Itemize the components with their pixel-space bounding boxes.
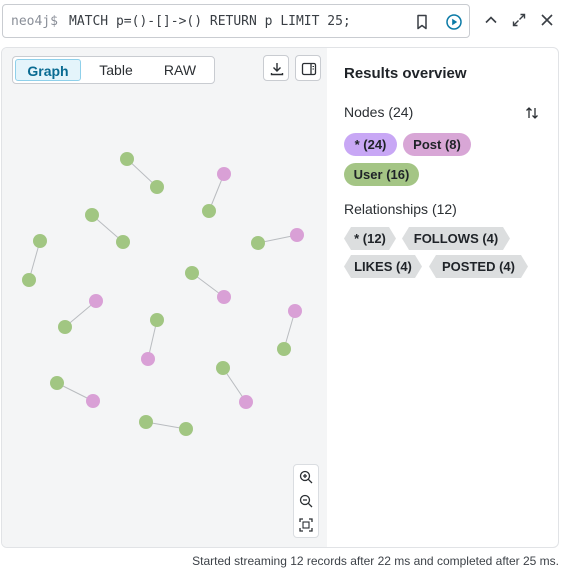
query-editor[interactable]: neo4j$ MATCH p=()-[]->() RETURN p LIMIT … — [2, 4, 470, 38]
rel-type-posted[interactable]: POSTED (4) — [429, 255, 528, 278]
bookmark-icon[interactable] — [413, 13, 431, 31]
view-tabs: Graph Table RAW — [12, 56, 215, 84]
tab-graph[interactable]: Graph — [15, 59, 81, 81]
graph-node-user[interactable] — [277, 342, 291, 356]
graph-node-user[interactable] — [139, 415, 153, 429]
graph-node-user[interactable] — [251, 236, 265, 250]
graph-node-user[interactable] — [150, 180, 164, 194]
graph-canvas[interactable]: Graph Table RAW — [2, 48, 327, 547]
zoom-in-icon[interactable] — [299, 470, 313, 484]
graph-node-user[interactable] — [50, 376, 64, 390]
tab-table[interactable]: Table — [81, 59, 151, 81]
fit-icon[interactable] — [299, 518, 313, 532]
graph-node-post[interactable] — [217, 167, 231, 181]
graph-node-user[interactable] — [185, 266, 199, 280]
results-overview: Results overview Nodes (24) * (24) Post … — [344, 48, 558, 547]
graph-node-user[interactable] — [116, 235, 130, 249]
download-icon — [270, 63, 284, 76]
node-label-post[interactable]: Post (8) — [403, 133, 471, 156]
graph-node-user[interactable] — [202, 204, 216, 218]
graph-node-user[interactable] — [150, 313, 164, 327]
relationships-heading: Relationships (12) — [344, 201, 457, 217]
chevron-up-icon[interactable] — [483, 12, 499, 28]
graph-node-post[interactable] — [239, 395, 253, 409]
toggle-panel-button[interactable] — [295, 55, 321, 81]
download-button[interactable] — [263, 55, 289, 81]
graph-node-post[interactable] — [290, 228, 304, 242]
status-message: Started streaming 12 records after 22 ms… — [192, 554, 559, 568]
graph-node-user[interactable] — [120, 152, 134, 166]
rel-type-all[interactable]: * (12) — [344, 227, 396, 250]
graph-node-user[interactable] — [33, 234, 47, 248]
expand-icon[interactable] — [511, 12, 527, 28]
nodes-heading: Nodes (24) — [344, 104, 414, 120]
prompt-label: neo4j$ — [11, 14, 58, 29]
graph-node-user[interactable] — [22, 273, 36, 287]
graph-node-user[interactable] — [179, 422, 193, 436]
sort-icon[interactable] — [524, 105, 540, 121]
rel-type-follows[interactable]: FOLLOWS (4) — [402, 227, 510, 250]
graph-node-user[interactable] — [58, 320, 72, 334]
graph-node-post[interactable] — [217, 290, 231, 304]
rel-type-likes[interactable]: LIKES (4) — [344, 255, 422, 278]
zoom-controls — [293, 464, 319, 538]
node-label-user[interactable]: User (16) — [344, 163, 419, 186]
query-text[interactable]: MATCH p=()-[]->() RETURN p LIMIT 25; — [69, 14, 351, 29]
graph-node-user[interactable] — [85, 208, 99, 222]
zoom-out-icon[interactable] — [299, 494, 313, 508]
run-icon[interactable] — [445, 13, 463, 31]
node-label-all[interactable]: * (24) — [344, 133, 397, 156]
graph-visualization[interactable] — [2, 48, 327, 547]
result-frame: Graph Table RAW Results overview Nodes (… — [1, 47, 559, 548]
close-icon[interactable] — [539, 12, 555, 28]
sidebar-toggle-icon — [301, 62, 317, 76]
graph-node-post[interactable] — [141, 352, 155, 366]
tab-raw[interactable]: RAW — [151, 59, 209, 81]
graph-node-post[interactable] — [288, 304, 302, 318]
graph-node-post[interactable] — [86, 394, 100, 408]
graph-node-user[interactable] — [216, 361, 230, 375]
graph-node-post[interactable] — [89, 294, 103, 308]
overview-title: Results overview — [344, 65, 467, 82]
